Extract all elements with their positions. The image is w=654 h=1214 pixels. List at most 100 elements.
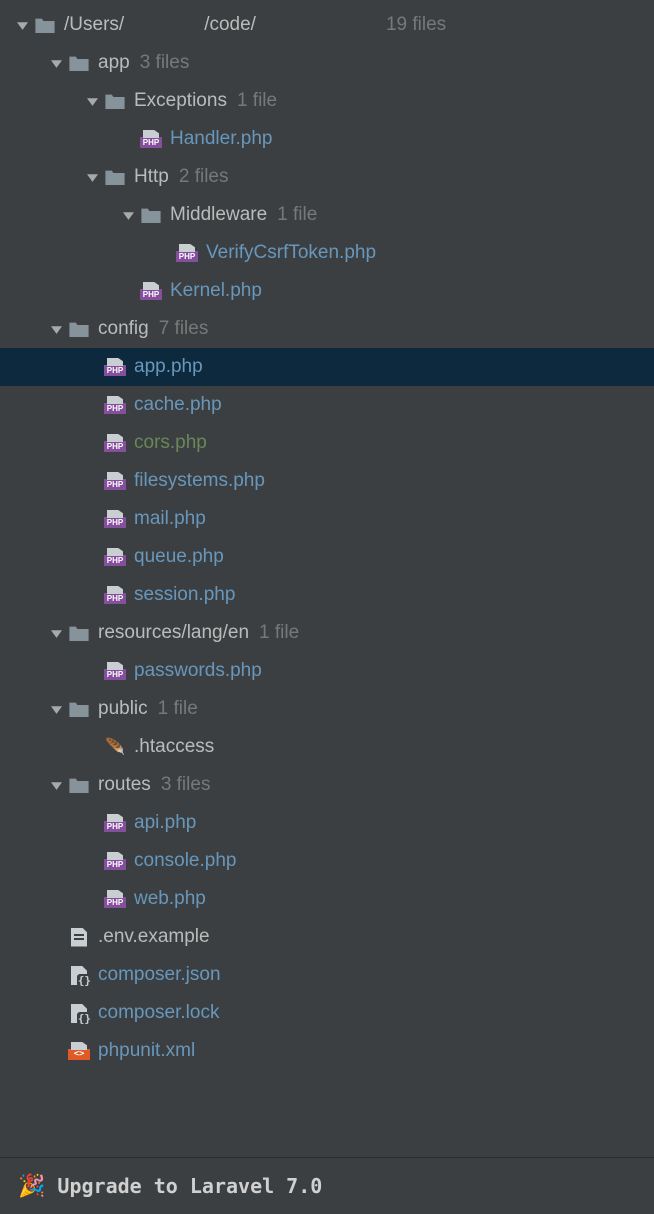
chevron-down-icon[interactable] bbox=[48, 58, 64, 69]
tree-item-name: routes bbox=[98, 774, 151, 796]
tree-row[interactable]: PHP passwords.php bbox=[0, 652, 654, 690]
php-file-icon: PHP bbox=[104, 585, 126, 605]
tree-row[interactable]: <> phpunit.xml bbox=[0, 1032, 654, 1070]
php-file-icon: PHP bbox=[104, 813, 126, 833]
tree-item-name: Exceptions bbox=[134, 90, 227, 112]
file-count: 1 file bbox=[259, 622, 299, 644]
chevron-down-icon[interactable] bbox=[84, 96, 100, 107]
tree-row[interactable]: PHP Handler.php bbox=[0, 120, 654, 158]
tree-item-name: public bbox=[98, 698, 148, 720]
tree-item-name: mail.php bbox=[134, 508, 206, 530]
folder-icon bbox=[140, 205, 162, 225]
folder-icon bbox=[68, 775, 90, 795]
tree-row[interactable]: Exceptions 1 file bbox=[0, 82, 654, 120]
tree-item-name: api.php bbox=[134, 812, 196, 834]
tree-row[interactable]: PHPweb.php bbox=[0, 880, 654, 918]
chevron-down-icon[interactable] bbox=[48, 704, 64, 715]
tree-item-name: filesystems.php bbox=[134, 470, 265, 492]
tree-item-name: composer.lock bbox=[98, 1002, 219, 1024]
tree-item-name: Http bbox=[134, 166, 169, 188]
php-file-icon: PHP bbox=[104, 357, 126, 377]
folder-icon bbox=[68, 319, 90, 339]
tree-item-name: composer.json bbox=[98, 964, 221, 986]
php-file-icon: PHP bbox=[104, 395, 126, 415]
php-file-icon: PHP bbox=[140, 129, 162, 149]
chevron-down-icon[interactable] bbox=[14, 20, 30, 31]
folder-icon bbox=[104, 167, 126, 187]
file-count: 7 files bbox=[159, 318, 209, 340]
folder-icon bbox=[68, 53, 90, 73]
tree-row[interactable]: app 3 files bbox=[0, 44, 654, 82]
tree-root-row[interactable]: /Users//code/ 19 files bbox=[0, 6, 654, 44]
chevron-down-icon[interactable] bbox=[48, 780, 64, 791]
tree-row[interactable]: PHP filesystems.php bbox=[0, 462, 654, 500]
upgrade-text: Upgrade to Laravel 7.0 bbox=[57, 1174, 322, 1198]
chevron-down-icon[interactable] bbox=[48, 324, 64, 335]
tree-item-name: app.php bbox=[134, 356, 203, 378]
json-file-icon: {} bbox=[68, 1003, 90, 1023]
tree-row[interactable]: PHP session.php bbox=[0, 576, 654, 614]
tree-item-name: Kernel.php bbox=[170, 280, 262, 302]
php-file-icon: PHP bbox=[104, 547, 126, 567]
file-count: 3 files bbox=[161, 774, 211, 796]
tree-row[interactable]: Middleware 1 file bbox=[0, 196, 654, 234]
file-count: 2 files bbox=[179, 166, 229, 188]
tree-row[interactable]: PHP queue.php bbox=[0, 538, 654, 576]
tree-row[interactable]: public 1 file bbox=[0, 690, 654, 728]
tree-row[interactable]: config 7 files bbox=[0, 310, 654, 348]
php-file-icon: PHP bbox=[140, 281, 162, 301]
chevron-down-icon[interactable] bbox=[120, 210, 136, 221]
htaccess-file-icon: 🪶 bbox=[104, 737, 126, 757]
tree-row[interactable]: PHPVerifyCsrfToken.php bbox=[0, 234, 654, 272]
tree-row[interactable]: {} composer.json bbox=[0, 956, 654, 994]
php-file-icon: PHP bbox=[104, 851, 126, 871]
tree-item-name: .env.example bbox=[98, 926, 210, 948]
tree-row[interactable]: PHPconsole.php bbox=[0, 842, 654, 880]
tree-row[interactable]: resources/lang/en1 file bbox=[0, 614, 654, 652]
php-file-icon: PHP bbox=[104, 509, 126, 529]
json-file-icon: {} bbox=[68, 965, 90, 985]
root-path: /Users//code/ bbox=[64, 14, 376, 36]
tree-item-name: passwords.php bbox=[134, 660, 262, 682]
tree-item-name: app bbox=[98, 52, 130, 74]
tree-row[interactable]: 🪶 .htaccess bbox=[0, 728, 654, 766]
tree-row[interactable]: .env.example bbox=[0, 918, 654, 956]
tree-row[interactable]: PHP cors.php bbox=[0, 424, 654, 462]
file-count: 19 files bbox=[386, 14, 446, 36]
tree-row[interactable]: PHP cache.php bbox=[0, 386, 654, 424]
tree-item-name: cors.php bbox=[134, 432, 207, 454]
tree-row[interactable]: {} composer.lock bbox=[0, 994, 654, 1032]
file-count: 1 file bbox=[277, 204, 317, 226]
tree-item-name: config bbox=[98, 318, 149, 340]
php-file-icon: PHP bbox=[104, 433, 126, 453]
tree-item-name: Middleware bbox=[170, 204, 267, 226]
tree-item-name: session.php bbox=[134, 584, 235, 606]
tree-row[interactable]: Http 2 files bbox=[0, 158, 654, 196]
php-file-icon: PHP bbox=[104, 661, 126, 681]
xml-file-icon: <> bbox=[68, 1041, 90, 1061]
upgrade-banner[interactable]: 🎉 Upgrade to Laravel 7.0 bbox=[0, 1158, 654, 1214]
php-file-icon: PHP bbox=[104, 471, 126, 491]
file-tree: /Users//code/ 19 files app 3 files Excepti… bbox=[0, 0, 654, 1070]
chevron-down-icon[interactable] bbox=[48, 628, 64, 639]
tree-item-name: Handler.php bbox=[170, 128, 272, 150]
folder-icon bbox=[34, 15, 56, 35]
tree-row[interactable]: PHP app.php bbox=[0, 348, 654, 386]
tree-row[interactable]: PHP api.php bbox=[0, 804, 654, 842]
file-count: 3 files bbox=[140, 52, 190, 74]
tree-row[interactable]: routes 3 files bbox=[0, 766, 654, 804]
tree-item-name: cache.php bbox=[134, 394, 222, 416]
party-popper-icon: 🎉 bbox=[18, 1174, 45, 1199]
tree-item-name: .htaccess bbox=[134, 736, 214, 758]
file-count: 1 file bbox=[237, 90, 277, 112]
folder-icon bbox=[68, 623, 90, 643]
tree-item-name: VerifyCsrfToken.php bbox=[206, 242, 376, 264]
tree-row[interactable]: PHP mail.php bbox=[0, 500, 654, 538]
chevron-down-icon[interactable] bbox=[84, 172, 100, 183]
tree-row[interactable]: PHP Kernel.php bbox=[0, 272, 654, 310]
tree-item-name: web.php bbox=[134, 888, 206, 910]
file-count: 1 file bbox=[158, 698, 198, 720]
tree-item-name: phpunit.xml bbox=[98, 1040, 195, 1062]
tree-item-name: queue.php bbox=[134, 546, 224, 568]
folder-icon bbox=[104, 91, 126, 111]
